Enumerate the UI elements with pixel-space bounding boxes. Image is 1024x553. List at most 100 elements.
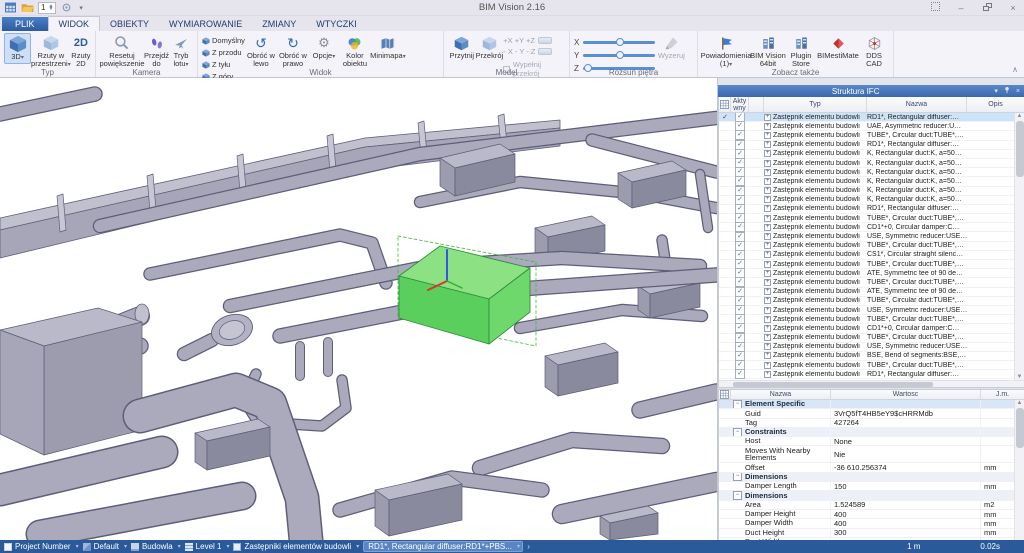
property-row[interactable]: Host None bbox=[719, 437, 1014, 446]
slider-y[interactable] bbox=[583, 54, 655, 57]
bimvision-64bit-button[interactable]: BIM Vision 64bit bbox=[750, 33, 786, 70]
flight-mode-button[interactable]: Tryb lotu bbox=[169, 33, 193, 70]
tree-row[interactable]: Zastępnik elementu budowli ATE, Symmetri… bbox=[719, 269, 1014, 278]
expand-icon[interactable] bbox=[764, 325, 771, 332]
view-3d-button[interactable]: 3D bbox=[4, 33, 31, 64]
column-wartosc[interactable]: Wartosc bbox=[831, 390, 981, 399]
property-row[interactable]: Duct Height 300 mm bbox=[719, 529, 1014, 538]
column-aktywny[interactable]: Aktywny bbox=[731, 97, 749, 112]
slider-x[interactable] bbox=[583, 41, 655, 44]
slider-y-thumb[interactable] bbox=[616, 51, 624, 59]
fullscreen-button[interactable] bbox=[928, 2, 942, 13]
tree-row[interactable]: Zastępnik elementu budowli RD1*, Rectang… bbox=[719, 141, 1014, 150]
tree-row[interactable]: Zastępnik elementu budowli TUBE*, Circul… bbox=[719, 315, 1014, 324]
tree-row[interactable]: Zastępnik elementu budowli BSE, Bend of … bbox=[719, 352, 1014, 361]
reset-zoom-button[interactable]: Resetuj powiększenie bbox=[100, 33, 144, 70]
row-checkbox[interactable] bbox=[731, 369, 749, 379]
property-row[interactable]: Element Specific bbox=[719, 400, 1014, 409]
tree-row[interactable]: Zastępnik elementu budowli TUBE*, Circul… bbox=[719, 297, 1014, 306]
column-jm[interactable]: J.m. bbox=[981, 390, 1024, 399]
table-icon[interactable] bbox=[4, 2, 17, 13]
property-row[interactable]: Tag 427264 bbox=[719, 419, 1014, 428]
breadcrumb-building[interactable]: Budowla▾ bbox=[131, 542, 181, 551]
object-color-button[interactable]: Kolor obiektu bbox=[339, 33, 371, 70]
expand-icon[interactable] bbox=[764, 205, 771, 212]
property-row[interactable]: Dimensions bbox=[719, 473, 1014, 482]
notifications-button[interactable]: Powiadomienia (1) bbox=[702, 33, 750, 70]
scrollbar-thumb[interactable] bbox=[1016, 121, 1024, 177]
plugin-store-button[interactable]: Plugin Store bbox=[786, 33, 816, 70]
expand-icon[interactable] bbox=[764, 279, 771, 286]
ribbon-tab[interactable]: OBIEKTY bbox=[100, 17, 159, 31]
breadcrumb-site[interactable]: Default▾ bbox=[83, 542, 127, 551]
view-preset-button[interactable]: Domyślny bbox=[202, 35, 245, 46]
expand-icon[interactable] bbox=[764, 334, 771, 341]
tree-row[interactable]: Zastępnik elementu budowli RD1*, Rectang… bbox=[719, 113, 1014, 122]
expand-icon[interactable] bbox=[764, 215, 771, 222]
expand-icon[interactable] bbox=[764, 141, 771, 148]
expand-icon[interactable] bbox=[764, 233, 771, 240]
breadcrumb-project[interactable]: Project Number▾ bbox=[4, 542, 79, 551]
expand-icon[interactable] bbox=[764, 114, 771, 121]
tree-row[interactable]: Zastępnik elementu budowli TUBE*, Circul… bbox=[719, 242, 1014, 251]
expand-icon[interactable] bbox=[764, 169, 771, 176]
properties-vertical-scrollbar[interactable]: ▲▼ bbox=[1014, 400, 1024, 540]
rotate-left-button[interactable]: ↺ Obróć w lewo bbox=[245, 33, 277, 70]
customize-quick-access-icon[interactable]: ▾ bbox=[79, 4, 83, 12]
property-row[interactable]: Area 1.524589 m2 bbox=[719, 501, 1014, 510]
tree-row[interactable]: Zastępnik elementu budowli USE, Symmetri… bbox=[719, 232, 1014, 241]
scrollbar-thumb[interactable] bbox=[733, 382, 933, 387]
options-button[interactable]: ⚙ Opcje bbox=[309, 33, 339, 62]
tree-row[interactable]: Zastępnik elementu budowli RD1*, Rectang… bbox=[719, 205, 1014, 214]
expand-icon[interactable] bbox=[764, 288, 771, 295]
property-row[interactable]: Offset -36 610.256374 mm bbox=[719, 463, 1014, 472]
property-row[interactable]: Guid 3VrQ5fT4HB5eY9$cHRRMdb bbox=[719, 409, 1014, 418]
rzuty-2d-button[interactable]: 2D Rzuty 2D bbox=[71, 33, 91, 70]
expand-icon[interactable] bbox=[764, 242, 771, 249]
bimestimate-button[interactable]: BIMestiMate bbox=[816, 33, 860, 61]
scrollbar-thumb[interactable] bbox=[1016, 408, 1024, 448]
expand-icon[interactable] bbox=[764, 123, 771, 130]
tree-row[interactable]: Zastępnik elementu budowli TUBE*, Circul… bbox=[719, 260, 1014, 269]
ribbon-tab[interactable]: ZMIANY bbox=[252, 17, 306, 31]
quick-spinner[interactable]: 1 ▲▼ bbox=[38, 2, 56, 14]
grid-icon[interactable] bbox=[719, 390, 731, 399]
spinner-arrows[interactable]: ▲▼ bbox=[48, 5, 53, 11]
property-row[interactable]: Damper Height 400 mm bbox=[719, 510, 1014, 519]
column-opis[interactable]: Opis bbox=[967, 97, 1024, 112]
tree-row[interactable]: Zastępnik elementu budowli TUBE*, Circul… bbox=[719, 334, 1014, 343]
property-row[interactable]: Damper Length 150 mm bbox=[719, 482, 1014, 491]
breadcrumb-level[interactable]: Level 1▾ bbox=[185, 542, 230, 551]
column-typ[interactable]: Typ bbox=[764, 97, 867, 112]
tree-row[interactable]: Zastępnik elementu budowli CS1*, Circula… bbox=[719, 251, 1014, 260]
panel-close-icon[interactable]: × bbox=[1016, 88, 1020, 95]
clip-button[interactable]: Przytnij bbox=[448, 33, 476, 61]
tree-horizontal-scrollbar[interactable] bbox=[719, 380, 1024, 387]
tree-row[interactable]: Zastępnik elementu budowli ATE, Symmetri… bbox=[719, 288, 1014, 297]
expand-icon[interactable] bbox=[764, 362, 771, 369]
expand-icon[interactable] bbox=[764, 160, 771, 167]
tree-row[interactable]: Zastępnik elementu budowli RD1*, Rectang… bbox=[719, 370, 1014, 379]
expand-icon[interactable] bbox=[764, 224, 771, 231]
ribbon-tab[interactable]: WYMIAROWANIE bbox=[159, 17, 252, 31]
view-preset-button[interactable]: Z przodu bbox=[202, 47, 245, 58]
tree-row[interactable]: Zastępnik elementu budowli K, Rectangula… bbox=[719, 168, 1014, 177]
zero-button[interactable]: Wyzeruj bbox=[655, 33, 687, 61]
expand-icon[interactable] bbox=[764, 251, 771, 258]
ribbon-collapse-icon[interactable]: ∧ bbox=[1012, 65, 1018, 74]
breadcrumb-category[interactable]: Zastępniki elementów budowli▾ bbox=[233, 542, 359, 551]
tree-row[interactable]: Zastępnik elementu budowli K, Rectangula… bbox=[719, 177, 1014, 186]
tree-row[interactable]: Zastępnik elementu budowli K, Rectangula… bbox=[719, 159, 1014, 168]
expand-icon[interactable] bbox=[764, 297, 771, 304]
property-row[interactable]: Damper Width 400 mm bbox=[719, 519, 1014, 528]
expand-icon[interactable] bbox=[764, 371, 771, 378]
expand-icon[interactable] bbox=[764, 307, 771, 314]
close-button[interactable]: × bbox=[1006, 3, 1020, 13]
property-row[interactable]: Dimensions bbox=[719, 491, 1014, 500]
restore-button[interactable] bbox=[980, 3, 994, 13]
tree-row[interactable]: Zastępnik elementu budowli TUBE*, Circul… bbox=[719, 214, 1014, 223]
tree-row[interactable]: Zastępnik elementu budowli CD1*+0, Circu… bbox=[719, 223, 1014, 232]
tree-row[interactable]: Zastępnik elementu budowli K, Rectangula… bbox=[719, 150, 1014, 159]
expand-icon[interactable] bbox=[764, 343, 771, 350]
tree-row[interactable]: Zastępnik elementu budowli TUBE*, Circul… bbox=[719, 278, 1014, 287]
